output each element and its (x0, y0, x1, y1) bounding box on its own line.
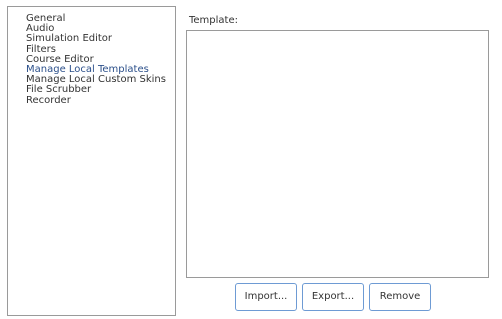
category-item-recorder[interactable]: Recorder (26, 95, 175, 106)
export-button[interactable]: Export... (302, 283, 364, 311)
import-button[interactable]: Import... (235, 283, 297, 311)
category-list[interactable]: General Audio Simulation Editor Filters … (7, 6, 176, 316)
template-list[interactable] (186, 30, 489, 278)
category-items: General Audio Simulation Editor Filters … (8, 7, 175, 106)
category-item-file-scrubber[interactable]: File Scrubber (26, 85, 175, 95)
template-label: Template: (189, 15, 238, 26)
remove-button[interactable]: Remove (369, 283, 431, 311)
